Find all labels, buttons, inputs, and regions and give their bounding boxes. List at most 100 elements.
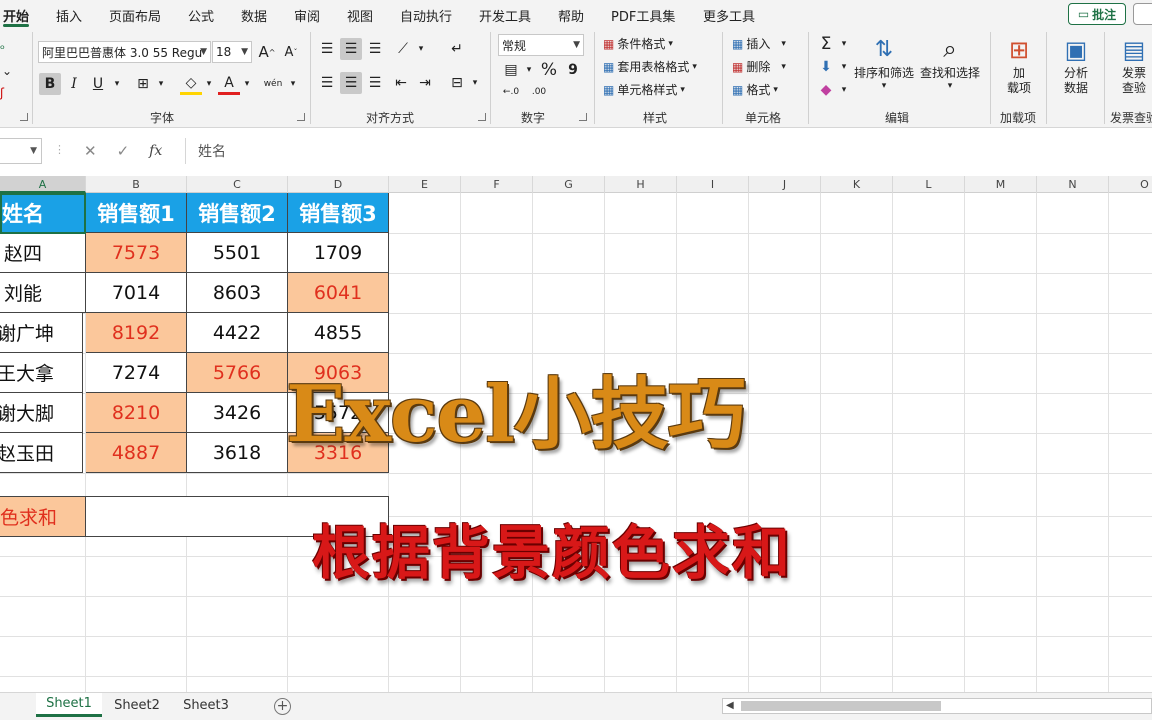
tab-more-tools[interactable]: 更多工具 (703, 6, 755, 25)
align-bottom-icon[interactable]: ☰ (364, 38, 386, 60)
insert-function-button[interactable]: fx (149, 143, 162, 159)
paste-icon[interactable]: ᵒ (0, 42, 5, 56)
sheet-tab-1[interactable]: Sheet1 (36, 693, 102, 717)
format-painter-icon[interactable]: ʃ (0, 86, 4, 100)
sort-filter-button[interactable]: ⇅ 排序和筛选 ▾ (852, 32, 916, 92)
percent-button[interactable]: % (538, 59, 560, 81)
scroll-left-icon[interactable]: ◀ (726, 700, 734, 711)
sheet-tab-3[interactable]: Sheet3 (173, 693, 239, 717)
formula-bar-handle-icon[interactable]: ⋮ (54, 143, 65, 156)
sheet-tab-2[interactable]: Sheet2 (104, 693, 170, 717)
sum-label-cell[interactable]: 颜色求和 (0, 496, 86, 537)
increase-indent-icon[interactable]: ⇥ (414, 72, 436, 94)
alignment-launcher-icon[interactable] (478, 113, 486, 121)
tab-automate[interactable]: 自动执行 (400, 6, 452, 25)
column-header-h[interactable]: H (605, 176, 677, 193)
number-format-combo[interactable]: 常规 ▼ (498, 34, 584, 56)
name-cell[interactable]: 谢大脚 (0, 393, 83, 433)
align-middle-icon[interactable]: ☰ (340, 38, 362, 60)
align-top-icon[interactable]: ☰ (316, 38, 338, 60)
tab-help[interactable]: 帮助 (558, 6, 584, 25)
column-header-e[interactable]: E (389, 176, 461, 193)
align-right-icon[interactable]: ☰ (364, 72, 386, 94)
format-cells-button[interactable]: ▦ 格式 ▾ (732, 81, 778, 98)
column-header-k[interactable]: K (821, 176, 893, 193)
merge-dropdown-icon[interactable]: ▾ (464, 72, 486, 94)
formula-input[interactable]: 姓名 (185, 138, 1152, 164)
italic-button[interactable]: I (63, 73, 85, 95)
font-name-combo[interactable]: 阿里巴巴普惠体 3.0 55 Regu ▼ (38, 41, 211, 63)
name-cell[interactable]: 赵四 (0, 233, 86, 273)
tab-page-layout[interactable]: 页面布局 (109, 6, 161, 25)
sales-value-cell[interactable]: 4422 (187, 313, 288, 353)
font-launcher-icon[interactable] (297, 113, 305, 121)
table-header-cell[interactable]: 销售额2 (187, 193, 288, 233)
shrink-font-button[interactable]: Aˇ (280, 41, 302, 63)
confirm-icon[interactable]: ✓ (117, 142, 130, 160)
wrap-text-icon[interactable]: ↵ (446, 38, 468, 60)
name-cell[interactable]: 谢广坤 (0, 313, 83, 353)
delete-cells-button[interactable]: ▦ 删除 ▾ (732, 58, 786, 75)
sales-value-cell[interactable]: 6041 (288, 273, 389, 313)
underline-dropdown-icon[interactable]: ▾ (106, 73, 128, 95)
sales-value-cell[interactable]: 7014 (86, 273, 187, 313)
cell-styles-button[interactable]: ▦ 单元格样式 ▾ (603, 81, 685, 98)
comma-button[interactable]: 9 (562, 59, 584, 81)
border-dropdown-icon[interactable]: ▾ (150, 73, 172, 95)
sales-value-cell[interactable]: 5766 (187, 353, 288, 393)
tab-formulas[interactable]: 公式 (188, 6, 214, 25)
sales-value-cell[interactable]: 4855 (288, 313, 389, 353)
column-header-j[interactable]: J (749, 176, 821, 193)
name-box[interactable]: ▼ (0, 138, 42, 164)
column-header-d[interactable]: D (288, 176, 389, 193)
scrollbar-thumb[interactable] (741, 701, 941, 711)
tab-view[interactable]: 视图 (347, 6, 373, 25)
cancel-icon[interactable]: ✕ (84, 142, 97, 160)
format-as-table-button[interactable]: ▦ 套用表格格式 ▾ (603, 58, 697, 75)
copy-icon[interactable]: ⌄ (2, 64, 12, 78)
column-header-b[interactable]: B (86, 176, 187, 193)
font-size-combo[interactable]: 18 ▼ (212, 41, 252, 63)
tab-insert[interactable]: 插入 (56, 6, 82, 25)
bold-button[interactable]: B (39, 73, 61, 95)
increase-decimal-icon[interactable]: ←.0 (500, 81, 522, 103)
column-header-m[interactable]: M (965, 176, 1037, 193)
column-header-o[interactable]: O (1109, 176, 1152, 193)
column-header-l[interactable]: L (893, 176, 965, 193)
align-center-icon[interactable]: ☰ (340, 72, 362, 94)
fill-color-dropdown-icon[interactable]: ▾ (198, 73, 220, 95)
analyze-data-button[interactable]: ▣ 分析 数据 (1054, 34, 1098, 96)
insert-cells-button[interactable]: ▦ 插入 ▾ (732, 35, 786, 52)
table-header-cell[interactable]: 姓名 (0, 193, 86, 233)
find-select-button[interactable]: ⌕ 查找和选择 ▾ (918, 32, 982, 91)
phonetic-button[interactable]: wén (262, 73, 284, 95)
name-cell[interactable]: 王大拿 (0, 353, 83, 393)
sales-value-cell[interactable]: 8192 (86, 313, 187, 353)
conditional-format-button[interactable]: ▦ 条件格式 ▾ (603, 35, 673, 52)
column-header-f[interactable]: F (461, 176, 533, 193)
comments-button[interactable]: ▭ 批注 (1068, 3, 1126, 25)
phonetic-dropdown-icon[interactable]: ▾ (282, 73, 304, 95)
tab-review[interactable]: 审阅 (294, 6, 320, 25)
sales-value-cell[interactable]: 3426 (187, 393, 288, 433)
column-header-i[interactable]: I (677, 176, 749, 193)
tab-pdf-tools[interactable]: PDF工具集 (611, 6, 675, 25)
sales-value-cell[interactable]: 7274 (86, 353, 187, 393)
align-left-icon[interactable]: ☰ (316, 72, 338, 94)
sales-value-cell[interactable]: 1709 (288, 233, 389, 273)
sales-value-cell[interactable]: 4887 (86, 433, 187, 473)
sales-value-cell[interactable]: 3618 (187, 433, 288, 473)
orientation-dropdown-icon[interactable]: ▾ (410, 38, 432, 60)
tab-developer[interactable]: 开发工具 (479, 6, 531, 25)
addins-button[interactable]: ⊞ 加 载项 (998, 34, 1040, 96)
tab-home[interactable]: 开始 (3, 6, 29, 25)
number-launcher-icon[interactable] (579, 113, 587, 121)
column-header-c[interactable]: C (187, 176, 288, 193)
sales-value-cell[interactable]: 7573 (86, 233, 187, 273)
name-cell[interactable]: 刘能 (0, 273, 86, 313)
column-header-a[interactable]: A (0, 176, 86, 193)
grow-font-button[interactable]: A ^ (256, 41, 278, 63)
sales-value-cell[interactable]: 8603 (187, 273, 288, 313)
invoice-check-button[interactable]: ▤ 发票 查验 (1112, 34, 1152, 96)
column-header-n[interactable]: N (1037, 176, 1109, 193)
